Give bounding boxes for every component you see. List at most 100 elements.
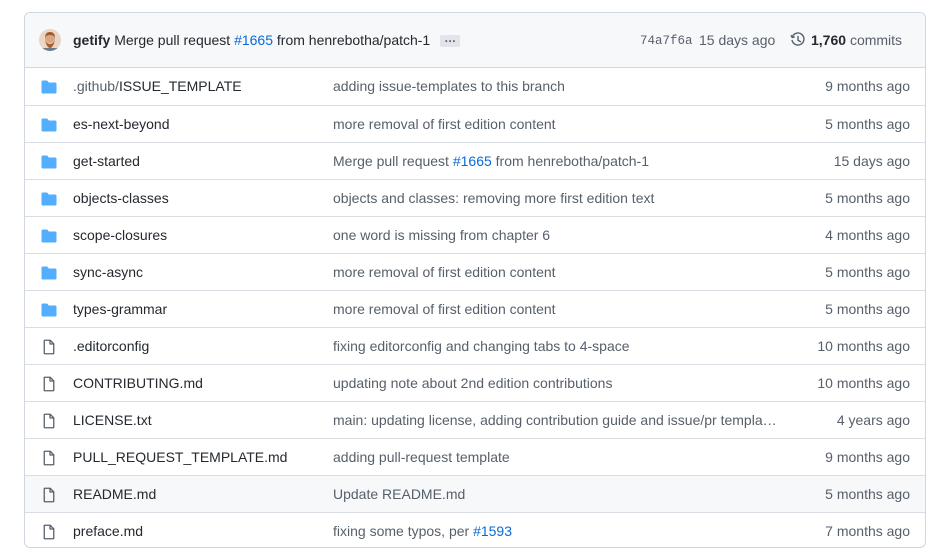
file-name: scope-closures	[73, 227, 168, 243]
commit-age: 9 months ago	[825, 449, 910, 465]
commit-message-pr-link[interactable]: #1665	[453, 153, 492, 169]
commit-age: 5 months ago	[825, 301, 910, 317]
file-row[interactable]: es-next-beyond more removal of first edit…	[25, 105, 925, 142]
file-name-link[interactable]: scope-closures	[73, 227, 167, 243]
commit-age: 5 months ago	[825, 116, 910, 132]
commit-message: updating note about 2nd edition contribu…	[333, 375, 613, 391]
commit-age: 4 years ago	[836, 412, 910, 428]
commit-message-rest: from henrebotha/patch-1	[491, 153, 649, 169]
file-list: .github/ISSUE_TEMPLATE adding issue-templ…	[25, 68, 925, 547]
file-row[interactable]: .github/ISSUE_TEMPLATE adding issue-templ…	[25, 68, 925, 105]
file-name: CONTRIBUTING.md	[73, 375, 203, 391]
file-name-link[interactable]: .github/ISSUE_TEMPLATE	[73, 78, 242, 94]
commit-age: 10 months ago	[817, 375, 910, 391]
commit-message: Update README.md	[333, 486, 466, 502]
commit-age: 15 days ago	[699, 32, 776, 48]
commit-age: 4 months ago	[825, 227, 910, 243]
file-name: ISSUE_TEMPLATE	[118, 78, 242, 94]
commit-age: 5 months ago	[825, 486, 910, 502]
file-row[interactable]: README.md Update README.md 5 months ago	[25, 475, 925, 512]
file-name-link[interactable]: PULL_REQUEST_TEMPLATE.md	[73, 449, 287, 465]
commit-message-link[interactable]: updating note about 2nd edition contribu…	[333, 375, 795, 391]
file-row[interactable]: objects-classes objects and classes: remo…	[25, 179, 925, 216]
file-name-link[interactable]: README.md	[73, 486, 156, 502]
file-row[interactable]: types-grammar more removal of first editi…	[25, 290, 925, 327]
file-name: get-started	[73, 153, 140, 169]
commit-message-prefix[interactable]: Merge pull request	[114, 32, 230, 48]
file-name-link[interactable]: LICENSE.txt	[73, 412, 152, 428]
commit-message-link[interactable]: Update README.md	[333, 486, 795, 502]
file-row[interactable]: get-started Merge pull request #1665 from…	[25, 142, 925, 179]
folder-icon	[41, 79, 57, 95]
file-name: .editorconfig	[73, 338, 150, 354]
folder-icon	[41, 302, 57, 318]
file-name: sync-async	[73, 264, 144, 280]
file-row[interactable]: preface.md fixing some typos, per #1593 7 …	[25, 512, 925, 547]
file-name-link[interactable]: types-grammar	[73, 301, 167, 317]
commit-message-link[interactable]: more removal of first edition content	[333, 116, 795, 132]
commit-age: 9 months ago	[825, 78, 910, 94]
commit-message-link[interactable]: fixing some typos, per #1593	[333, 523, 795, 539]
file-name-link[interactable]: sync-async	[73, 264, 143, 280]
file-name-link[interactable]: .editorconfig	[73, 338, 149, 354]
latest-commit-bar: getify Merge pull request #1665 from hen…	[25, 13, 925, 68]
commit-message-link[interactable]: main: updating license, adding contribut…	[333, 412, 795, 428]
commit-message: Merge pull request	[333, 153, 453, 169]
file-name-dim: .github/	[73, 78, 119, 94]
commit-message: fixing some typos, per	[333, 523, 474, 539]
commit-age: 10 months ago	[817, 338, 910, 354]
commit-message-link[interactable]: more removal of first edition content	[333, 301, 795, 317]
commit-age: 7 months ago	[825, 523, 910, 539]
folder-icon	[41, 265, 57, 281]
file-row[interactable]: scope-closures one word is missing from c…	[25, 216, 925, 253]
commit-message-link[interactable]: Merge pull request #1665 from henrebotha…	[333, 153, 795, 169]
file-row[interactable]: PULL_REQUEST_TEMPLATE.md adding pull-requ…	[25, 438, 925, 475]
commit-message-link[interactable]: adding pull-request template	[333, 449, 795, 465]
commit-message-link[interactable]: more removal of first edition content	[333, 264, 795, 280]
commit-age: 5 months ago	[825, 190, 910, 206]
file-name: objects-classes	[73, 190, 169, 206]
commit-age: 5 months ago	[825, 264, 910, 280]
file-row[interactable]: LICENSE.txt main: updating license, addin…	[25, 401, 925, 438]
file-name-link[interactable]: es-next-beyond	[73, 116, 170, 132]
folder-icon	[41, 228, 57, 244]
commit-message: adding issue-templates to this branch	[333, 78, 565, 94]
commits-link[interactable]: 1,760 commits	[811, 32, 902, 48]
commit-author[interactable]: getify	[73, 32, 110, 48]
file-icon	[41, 487, 57, 503]
file-name-link[interactable]: objects-classes	[73, 190, 169, 206]
commit-age: 15 days ago	[833, 153, 910, 169]
folder-icon	[41, 191, 57, 207]
commit-sha[interactable]: 74a7f6a	[640, 34, 693, 48]
file-row[interactable]: sync-async more removal of first edition …	[25, 253, 925, 290]
avatar[interactable]	[39, 29, 61, 51]
file-name: LICENSE.txt	[73, 412, 152, 428]
commit-message: main: updating license, adding contribut…	[333, 412, 777, 428]
commit-message-link[interactable]: fixing editorconfig and changing tabs to…	[333, 338, 795, 354]
commit-message-link[interactable]: adding issue-templates to this branch	[333, 78, 795, 94]
file-name: es-next-beyond	[73, 116, 170, 132]
file-row[interactable]: .editorconfig fixing editorconfig and cha…	[25, 327, 925, 364]
commit-message-link[interactable]: one word is missing from chapter 6	[333, 227, 795, 243]
commit-message-suffix[interactable]: from henrebotha/patch-1	[277, 32, 430, 48]
commit-message: more removal of first edition content	[333, 264, 556, 280]
folder-icon	[41, 154, 57, 170]
file-name: preface.md	[73, 523, 144, 539]
commit-message: one word is missing from chapter 6	[333, 227, 551, 243]
file-name-link[interactable]: CONTRIBUTING.md	[73, 375, 203, 391]
file-icon	[41, 339, 57, 355]
expand-commit-button[interactable]: …	[440, 32, 461, 48]
commit-message: fixing editorconfig and changing tabs to…	[333, 338, 630, 354]
file-icon	[41, 450, 57, 466]
commits-count: 1,760	[811, 32, 847, 48]
commit-message-link[interactable]: objects and classes: removing more first…	[333, 190, 795, 206]
file-name-link[interactable]: preface.md	[73, 523, 143, 539]
file-row[interactable]: CONTRIBUTING.md updating note about 2nd e…	[25, 364, 925, 401]
folder-icon	[41, 117, 57, 133]
file-name-link[interactable]: get-started	[73, 153, 140, 169]
file-icon	[41, 413, 57, 429]
history-icon[interactable]	[790, 32, 806, 48]
file-name: PULL_REQUEST_TEMPLATE.md	[73, 449, 288, 465]
commit-message-pr-link[interactable]: #1593	[473, 523, 512, 539]
commit-pr-link[interactable]: #1665	[234, 32, 273, 48]
